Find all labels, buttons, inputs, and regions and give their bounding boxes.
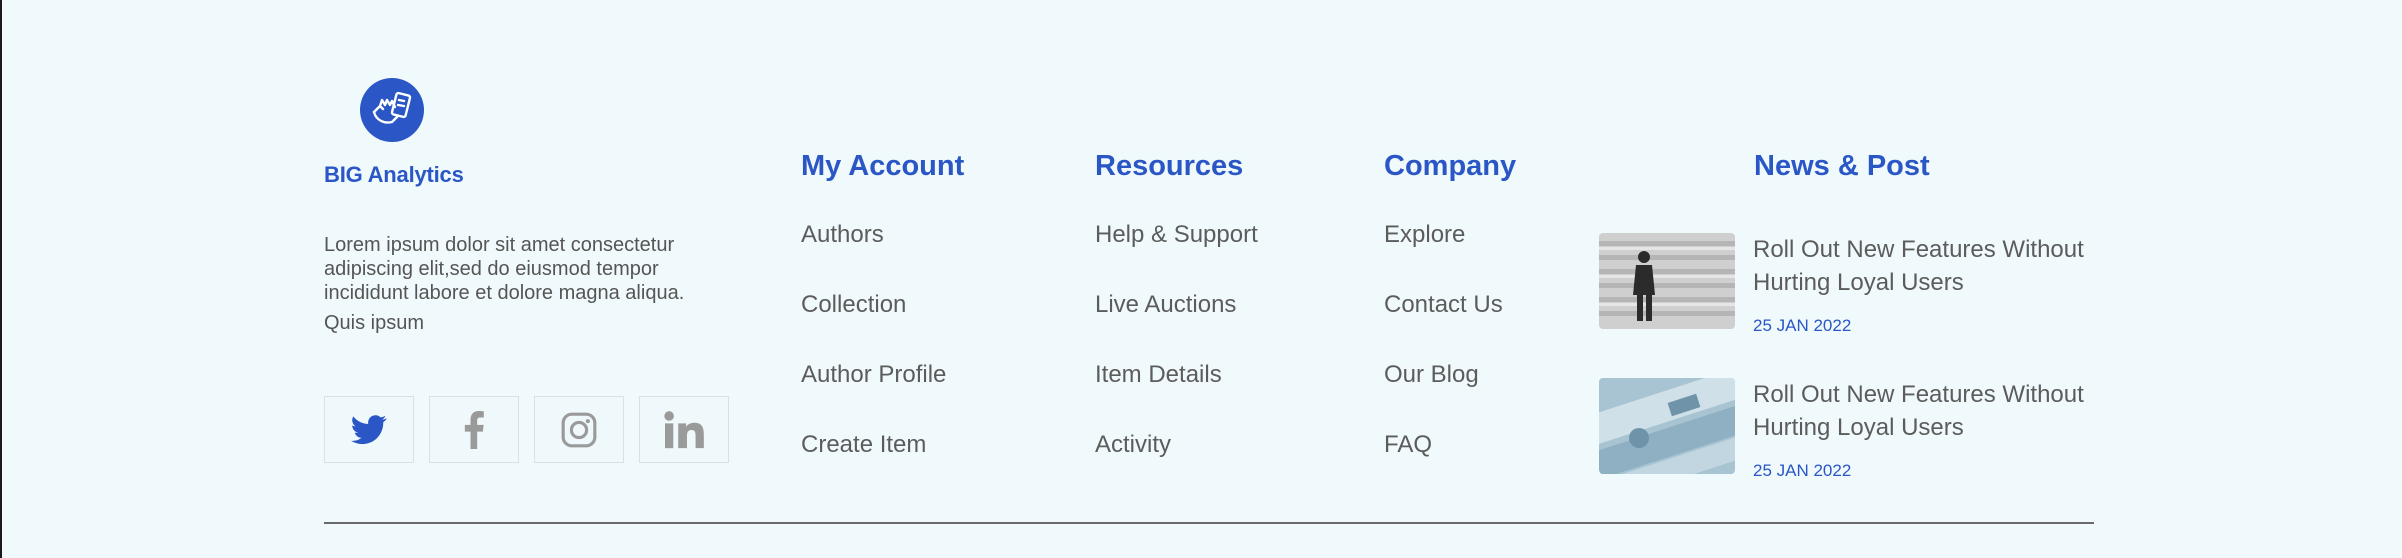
- person-on-stairs-image: [1599, 233, 1735, 329]
- brand-description-line: incididunt labore et dolore magna aliqua…: [324, 282, 685, 304]
- facebook-icon: [464, 410, 484, 449]
- footer-link-our-blog[interactable]: Our Blog: [1384, 361, 1516, 431]
- footer-link-create-item[interactable]: Create Item: [801, 431, 964, 501]
- post-title-line: Hurting Loyal Users: [1753, 414, 1964, 441]
- footer-link-faq[interactable]: FAQ: [1384, 431, 1516, 501]
- brand-logo[interactable]: [360, 78, 424, 142]
- footer-link-item-details[interactable]: Item Details: [1095, 361, 1258, 431]
- linkedin-button[interactable]: [639, 396, 729, 463]
- post-title[interactable]: Roll Out New Features Without Hurting Lo…: [1753, 378, 2113, 444]
- brand-description: Lorem ipsum dolor sit amet consectetur a…: [324, 233, 724, 335]
- twitter-button[interactable]: [324, 396, 414, 463]
- social-links: [324, 396, 729, 463]
- linkedin-icon: [664, 410, 704, 448]
- column-title: Resources: [1095, 150, 1244, 182]
- instagram-icon: [561, 412, 597, 447]
- instagram-button[interactable]: [534, 396, 624, 463]
- twitter-icon: [351, 414, 387, 444]
- post-thumbnail[interactable]: [1599, 378, 1735, 474]
- column-title: My Account: [801, 150, 965, 182]
- brand-name: BIG Analytics: [324, 162, 464, 187]
- footer-link-help-support[interactable]: Help & Support: [1095, 221, 1258, 291]
- brand-description-line: adipiscing elit,sed do eiusmod tempor: [324, 258, 659, 280]
- footer-column-resources: Resources Help & Support Live Auctions I…: [1095, 150, 1258, 501]
- post-title[interactable]: Roll Out New Features Without Hurting Lo…: [1753, 233, 2113, 299]
- post-date: 25 JAN 2022: [1753, 461, 1852, 480]
- post-title-line: Roll Out New Features Without: [1753, 236, 2084, 263]
- footer-link-collection[interactable]: Collection: [801, 291, 964, 361]
- brand-description-line: Quis ipsum: [324, 312, 425, 334]
- facebook-button[interactable]: [429, 396, 519, 463]
- banknotes-image: [1599, 378, 1735, 474]
- post-thumbnail[interactable]: [1599, 233, 1735, 329]
- footer-column-my-account: My Account Authors Collection Author Pro…: [801, 150, 964, 501]
- footer-link-activity[interactable]: Activity: [1095, 431, 1258, 501]
- left-edge-line: [0, 0, 2, 558]
- footer-link-author-profile[interactable]: Author Profile: [801, 361, 964, 431]
- post-title-line: Hurting Loyal Users: [1753, 269, 1964, 296]
- brand-description-line: Lorem ipsum dolor sit amet consectetur: [324, 234, 675, 256]
- post-title-line: Roll Out New Features Without: [1753, 381, 2084, 408]
- column-title: Company: [1384, 150, 1517, 182]
- footer-link-explore[interactable]: Explore: [1384, 221, 1516, 291]
- footer-link-authors[interactable]: Authors: [801, 221, 964, 291]
- news-post[interactable]: Roll Out New Features Without Hurting Lo…: [1599, 233, 2099, 335]
- news-title: News & Post: [1754, 150, 1930, 182]
- footer-link-live-auctions[interactable]: Live Auctions: [1095, 291, 1258, 361]
- footer-link-contact-us[interactable]: Contact Us: [1384, 291, 1516, 361]
- footer-divider: [324, 522, 2094, 524]
- footer-column-company: Company Explore Contact Us Our Blog FAQ: [1384, 150, 1516, 501]
- hand-money-icon: [372, 91, 412, 124]
- news-post[interactable]: Roll Out New Features Without Hurting Lo…: [1599, 378, 2099, 480]
- post-date: 25 JAN 2022: [1753, 316, 1852, 335]
